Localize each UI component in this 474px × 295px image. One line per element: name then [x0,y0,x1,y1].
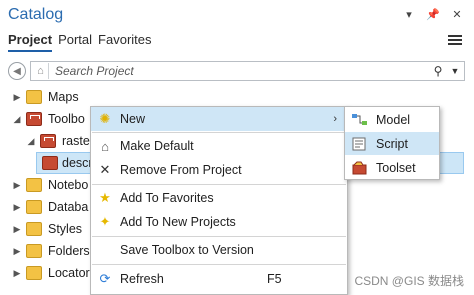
expand-arrow-icon[interactable]: ▶ [12,246,22,257]
menu-item-label: Add To Favorites [120,191,214,205]
tree-item-label: Notebo [48,178,89,192]
menu-item-shortcut: F5 [267,272,282,286]
menu-item-label: Add To New Projects [120,215,236,229]
expand-arrow-icon[interactable]: ▶ [12,92,22,103]
menu-item-label: Remove From Project [120,163,242,177]
tab-portal[interactable]: Portal [58,32,92,52]
star-icon: ★ [99,190,111,205]
menu-divider [92,264,346,265]
home-icon[interactable]: ⌂ [33,63,49,79]
tree-item-label: Locators [48,266,96,280]
tree-item-label: Styles [48,222,83,236]
menu-item-remove-from-project[interactable]: ✕ Remove From Project [91,158,347,182]
script-tool-icon [42,156,58,170]
script-icon [352,137,366,150]
expand-arrow-icon[interactable]: ▶ [12,224,22,235]
submenu-item-label: Toolset [376,160,416,175]
tree-item-label: descr [62,156,93,170]
catalog-tabs: Project Portal Favorites [8,32,152,52]
folders-folder-icon [26,244,42,258]
pin-icon[interactable]: 📌 [426,8,440,21]
home-icon: ⌂ [101,138,109,154]
search-icon[interactable]: ⚲ [430,64,446,78]
menu-item-add-to-new-projects[interactable]: ✦ Add To New Projects [91,210,347,234]
new-submenu: Model Script Toolset [344,106,440,180]
tree-item-label: Databa [48,200,89,214]
submenu-item-label: Model [376,112,411,127]
close-icon[interactable]: ✕ [450,8,464,21]
collapse-arrow-icon[interactable]: ◢ [12,114,22,125]
toolbox-icon [40,134,56,148]
menu-item-refresh[interactable]: ⟳ Refresh F5 [91,267,347,291]
watermark: CSDN @GIS 数据栈 [354,274,464,288]
pane-title: Catalog [8,6,64,23]
submenu-item-model[interactable]: Model [345,108,439,131]
menu-hamburger-icon[interactable] [448,33,462,47]
menu-divider [92,184,346,185]
pane-window-controls: ▾ 📌 ✕ [402,8,464,21]
submenu-item-script[interactable]: Script [345,132,439,155]
expand-arrow-icon[interactable]: ▶ [12,202,22,213]
new-sparkle-icon: ✺ [99,111,111,126]
menu-divider [92,236,346,237]
back-arrow-icon[interactable]: ◀ [8,62,26,80]
notebooks-folder-icon [26,178,42,192]
expand-arrow-icon[interactable]: ▶ [12,180,22,191]
databases-folder-icon [26,200,42,214]
maps-folder-icon [26,90,42,104]
expand-arrow-icon[interactable]: ▶ [12,268,22,279]
menu-divider [92,132,346,133]
search-box: ⌂ ⚲ ▼ [30,61,465,81]
close-x-icon: ✕ [99,162,111,177]
submenu-arrow-icon: › [333,113,337,125]
search-input[interactable] [49,64,430,78]
toolset-icon [352,161,367,174]
tree-item-label: Folders [48,244,90,258]
tree-item-maps[interactable]: ▶ Maps [0,86,474,108]
search-options-dropdown-icon[interactable]: ▼ [446,66,464,76]
menu-item-add-to-favorites[interactable]: ★ Add To Favorites [91,186,347,210]
tab-project[interactable]: Project [8,32,53,52]
context-menu: ✺ New › ⌂ Make Default ✕ Remove From Pro… [90,106,348,295]
submenu-item-toolset[interactable]: Toolset [345,156,439,179]
tree-item-label: Maps [48,90,79,104]
search-row: ◀ ⌂ ⚲ ▼ [8,60,465,82]
menu-item-label: Save Toolbox to Version [120,243,254,257]
menu-item-save-toolbox-to-version[interactable]: Save Toolbox to Version [91,238,347,262]
locators-folder-icon [26,266,42,280]
menu-item-label: Refresh [120,272,164,286]
tree-item-label: Toolbo [48,112,85,126]
tab-favorites[interactable]: Favorites [98,32,151,52]
menu-item-label: New [120,112,146,126]
menu-item-label: Make Default [120,139,194,153]
tree-item-label: raste [62,134,90,148]
options-dropdown-icon[interactable]: ▾ [402,8,416,21]
menu-item-make-default[interactable]: ⌂ Make Default [91,134,347,158]
model-icon [352,113,367,125]
submenu-item-label: Script [376,136,408,151]
styles-folder-icon [26,222,42,236]
refresh-icon: ⟳ [99,271,111,286]
toolboxes-folder-icon [26,112,42,126]
menu-item-new[interactable]: ✺ New › [91,107,347,131]
star-add-icon: ✦ [99,214,111,229]
collapse-arrow-icon[interactable]: ◢ [26,136,36,147]
